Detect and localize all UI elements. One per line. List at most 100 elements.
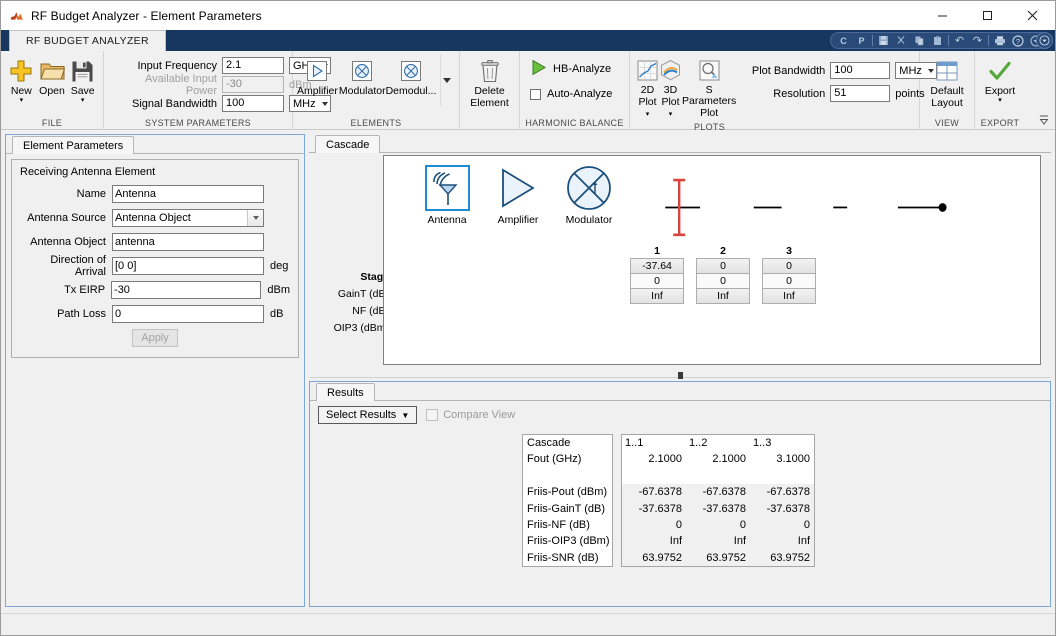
ribbon-options-icon[interactable]: [1036, 32, 1053, 49]
undo-icon[interactable]: ↶: [951, 33, 968, 48]
export-caret-icon[interactable]: ▾: [998, 97, 1002, 104]
results-cell: 2.1000: [648, 453, 682, 466]
results-panel-frame: Results Select Results ▼ Compare View Ca…: [309, 381, 1051, 607]
field-row-antenna-object: Antenna Object antenna: [20, 232, 290, 251]
tab-element-parameters[interactable]: Element Parameters: [12, 136, 135, 154]
print-icon[interactable]: [991, 33, 1008, 48]
plot-2d-button[interactable]: 2D Plot ▾: [636, 53, 659, 120]
export-button[interactable]: Export ▾: [981, 54, 1019, 104]
delete-element-button[interactable]: Delete Element: [466, 54, 513, 109]
open-button[interactable]: Open: [38, 54, 67, 97]
close-button[interactable]: [1010, 1, 1055, 30]
stage-gaint-cell[interactable]: 0: [696, 258, 750, 274]
tab-rf-budget-analyzer[interactable]: RF BUDGET ANALYZER: [9, 30, 166, 51]
redo-icon[interactable]: ↷: [969, 33, 986, 48]
cascade-element-modulator[interactable]: [565, 164, 613, 212]
ribbon-collapse-icon[interactable]: [1037, 113, 1051, 127]
auto-analyze-checkbox[interactable]: Auto-Analyze: [530, 88, 612, 100]
resolution-input[interactable]: 51: [830, 85, 891, 102]
minimize-button[interactable]: [920, 1, 965, 30]
delete-element-label-line1: Delete: [474, 85, 505, 97]
antenna-object-input[interactable]: antenna: [112, 232, 264, 251]
amplifier-label: Amplifier: [297, 85, 338, 97]
demodulator-button[interactable]: Demodul...: [386, 54, 436, 97]
harmonic-balance-controls: HB-Analyze Auto-Analyze: [526, 51, 612, 100]
save-caret-icon[interactable]: ▾: [81, 97, 85, 104]
help-icon[interactable]: ?: [1009, 33, 1026, 48]
results-row-labels-table: Cascade Fout (GHz) Friis-Pout (dBm) Frii…: [522, 434, 613, 568]
stage-gaint-cell[interactable]: 0: [762, 258, 816, 274]
stage-oip3-cell[interactable]: Inf: [630, 288, 684, 304]
results-cell: 2.1000: [712, 453, 746, 466]
tx-eirp-input[interactable]: -30: [111, 280, 262, 299]
stage-oip3-cell[interactable]: Inf: [762, 288, 816, 304]
tab-cascade[interactable]: Cascade: [315, 135, 381, 153]
copy-icon[interactable]: [911, 33, 928, 48]
compare-view-checkbox[interactable]: Compare View: [426, 409, 515, 421]
stage-nf-cell[interactable]: 0: [696, 273, 750, 289]
play-triangle-icon: [530, 59, 547, 79]
results-row-label: [523, 468, 612, 484]
paste-icon[interactable]: [929, 33, 946, 48]
plot-bandwidth-input[interactable]: 100: [830, 62, 891, 79]
apply-button[interactable]: Apply: [132, 329, 178, 347]
signal-bandwidth-input[interactable]: 100: [222, 95, 284, 112]
default-layout-label-line1: Default: [930, 85, 964, 97]
chevron-down-icon: [247, 209, 263, 226]
chevron-down-icon: [443, 77, 452, 83]
p-icon[interactable]: P: [853, 33, 870, 48]
stage-gaint-cell[interactable]: -37.64: [630, 258, 684, 274]
splitter-grip[interactable]: [677, 371, 683, 379]
main-body: Element Parameters Receiving Antenna Ele…: [1, 130, 1055, 613]
default-layout-icon: [935, 57, 959, 85]
field-row-name: Name Antenna: [20, 184, 290, 203]
rf-budget-analyzer-window: RF Budget Analyzer - Element Parameters …: [0, 0, 1056, 636]
amplifier-triangle-icon: [502, 168, 535, 208]
tab-element-parameters-label: Element Parameters: [23, 139, 124, 152]
stage-nf-cell[interactable]: 0: [630, 273, 684, 289]
cut-icon[interactable]: [893, 33, 910, 48]
new-caret-icon[interactable]: ▾: [20, 97, 24, 104]
path-loss-input[interactable]: 0: [112, 304, 264, 323]
default-layout-button[interactable]: Default Layout: [926, 54, 968, 109]
results-values-table: 1..1 2.1000 -67.6378 -37.6378 0 Inf 63.9…: [621, 434, 815, 568]
select-results-button[interactable]: Select Results ▼: [318, 406, 418, 424]
stage-oip3-cell[interactable]: Inf: [696, 288, 750, 304]
stage-nf-cell[interactable]: 0: [762, 273, 816, 289]
c-icon[interactable]: C: [835, 33, 852, 48]
row-label-nf: NF (dB): [352, 305, 389, 317]
elements-more-button[interactable]: [440, 54, 453, 106]
results-cell: [750, 468, 814, 484]
results-row-label: Friis-OIP3 (dBm): [527, 535, 610, 548]
input-frequency-input[interactable]: 2.1: [222, 57, 284, 74]
cascade-canvas[interactable]: Antenna Amplifier Modulator 1 -37.64 0 I…: [383, 155, 1041, 365]
ribbon-group-plots: 2D Plot ▾ 3D Plot ▾ S Parameters Plot Pl…: [630, 51, 938, 132]
antenna-source-value: Antenna Object: [115, 211, 191, 224]
tab-results[interactable]: Results: [316, 383, 375, 401]
row-label-stage: Stage: [360, 271, 389, 283]
name-label: Name: [76, 187, 106, 200]
ribbon-group-elements: Amplifier Modulator Demodul... ELEMENTS: [293, 51, 460, 130]
new-button[interactable]: New ▾: [7, 54, 36, 104]
s-parameters-icon: [698, 56, 721, 84]
status-bar: [1, 613, 1055, 635]
save-button[interactable]: Save ▾: [68, 54, 97, 104]
cascade-element-antenna[interactable]: [425, 165, 470, 211]
horizontal-splitter[interactable]: [309, 371, 1051, 381]
hb-analyze-button[interactable]: HB-Analyze: [530, 59, 612, 79]
cascade-element-amplifier[interactable]: [498, 167, 538, 209]
antenna-object-label: Antenna Object: [30, 235, 106, 248]
modulator-button[interactable]: Modulator: [339, 54, 386, 97]
results-row-label: Friis-NF (dB): [527, 518, 590, 531]
antenna-source-select[interactable]: Antenna Object: [112, 208, 264, 227]
results-cell: -37.6378: [622, 500, 686, 517]
name-input[interactable]: Antenna: [112, 184, 264, 203]
results-cell: Inf: [750, 533, 814, 550]
plot-3d-label-line2: Plot ▾: [661, 96, 680, 119]
amplifier-button[interactable]: Amplifier: [296, 54, 339, 97]
s-parameters-plot-button[interactable]: S Parameters Plot: [682, 53, 736, 119]
save-icon[interactable]: [875, 33, 892, 48]
direction-of-arrival-input[interactable]: [0 0]: [112, 256, 264, 275]
plot-3d-button[interactable]: 3D Plot ▾: [659, 53, 682, 120]
maximize-button[interactable]: [965, 1, 1010, 30]
